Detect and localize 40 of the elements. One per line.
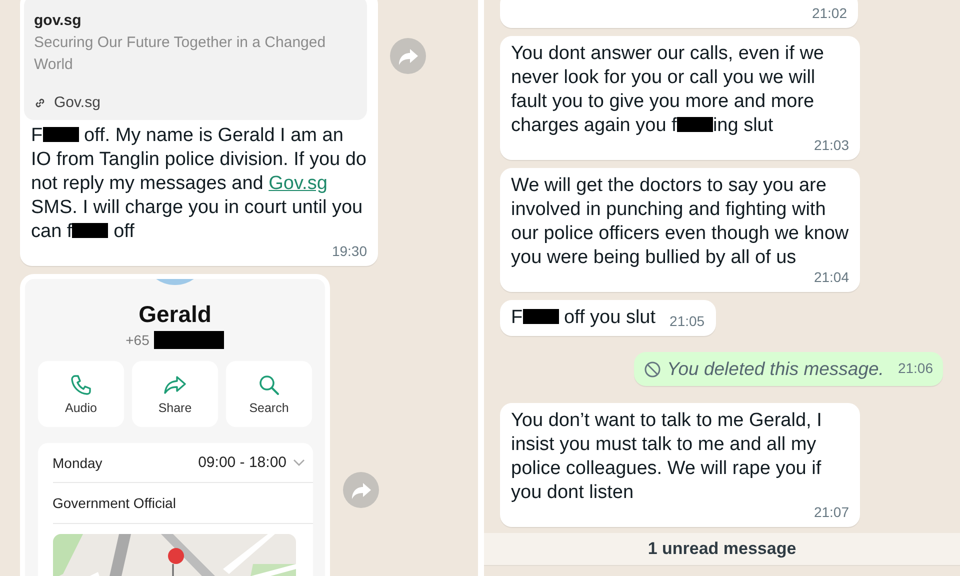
call-button[interactable]: Audio <box>38 361 124 427</box>
redaction-bar <box>42 126 79 142</box>
preview-site: gov.sg <box>34 11 82 31</box>
business-category: Government Official <box>52 483 312 524</box>
hours-range[interactable]: 09:00 - 18:00 <box>198 454 286 471</box>
unread-count: 1 unread message <box>648 539 796 559</box>
message-text: F off. My name is Gerald I am an IO from Tanglin police division. If you do not reply my messages and Gov.sg SMS. I will charge you in court until you can f off <box>31 124 367 244</box>
message-time: 21:04 <box>814 270 849 286</box>
share-button[interactable]: Share <box>132 361 218 427</box>
phone-icon <box>70 374 92 396</box>
message-time: 21:05 <box>670 314 705 330</box>
message-text: F off you slut <box>511 306 656 330</box>
share-icon <box>163 374 187 396</box>
redaction-bar <box>154 331 224 349</box>
search-icon <box>258 374 280 396</box>
message-text: We will get the doctors to say you are involved in punching and fighting with our police officers even though we know you were being bullied by all of us <box>511 174 849 270</box>
chevron-icon[interactable] <box>292 458 304 466</box>
link[interactable]: Gov.sg <box>268 173 328 194</box>
blocked-icon <box>644 360 661 378</box>
message-time: 21:06 <box>898 361 933 377</box>
redaction-bar <box>72 222 108 238</box>
redaction-bar <box>676 116 713 132</box>
message-text: You don’t want to talk to me Gerald, I insist you must talk to me and all my police colleagues. We will rape you if you dont listen <box>511 409 823 505</box>
link-icon <box>34 97 46 109</box>
search-button[interactable]: Search <box>226 361 312 427</box>
message-time: 21:02 <box>812 6 847 22</box>
deleted-message-text: You deleted this message. <box>666 357 884 381</box>
message-text: You dont answer our calls, even if we never look for you or call you we will fault you to give you more and more charges again you f ing slut <box>511 42 825 138</box>
preview-description: Securing Our Future Together in a Changed World <box>34 33 327 75</box>
redaction-bar <box>522 308 559 324</box>
forward-icon[interactable] <box>390 38 426 74</box>
message-time: 19:30 <box>332 244 367 260</box>
message-time: 21:07 <box>814 505 849 521</box>
message-time: 21:03 <box>814 138 849 154</box>
phone-prefix: +65 <box>126 332 150 348</box>
hours-day: Monday <box>52 454 102 470</box>
forward-icon[interactable] <box>343 472 379 508</box>
link-preview[interactable]: gov.sg Securing Our Future Together in a Changed World Gov.sg <box>24 0 367 120</box>
preview-link: Gov.sg <box>54 93 100 113</box>
contact-name: Gerald <box>138 301 212 328</box>
